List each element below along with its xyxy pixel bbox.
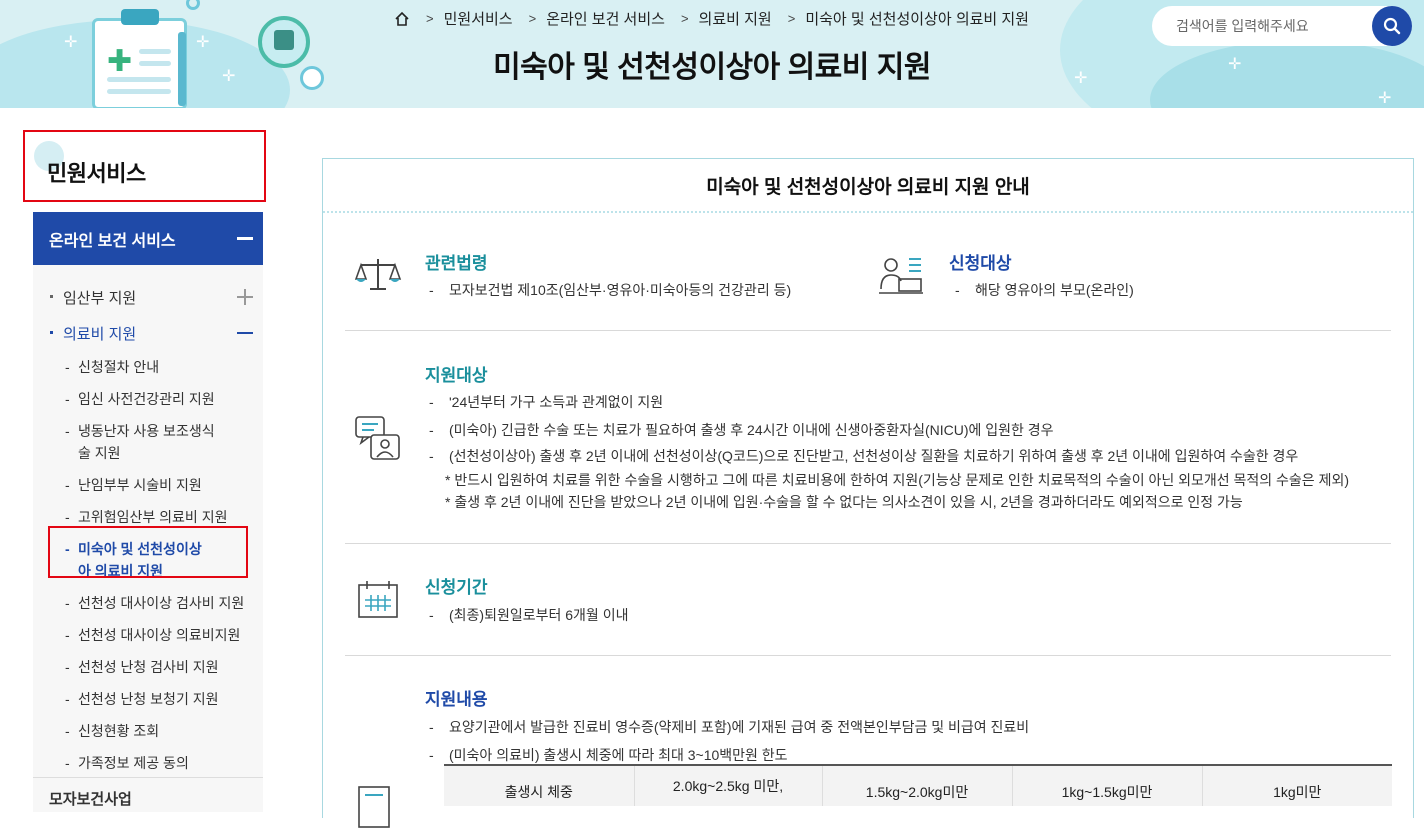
sidebar-item-label: 의료비 지원 <box>63 325 137 343</box>
expand-icon <box>237 289 253 305</box>
home-icon[interactable] <box>394 11 410 27</box>
chevron-right-icon: > <box>680 11 689 26</box>
divider <box>345 330 1391 331</box>
sidebar-subitem[interactable]: - 선천성 난청 검사비 지원 <box>33 651 263 683</box>
consultation-icon <box>355 416 400 460</box>
section-heading-support: 지원내용 <box>425 690 488 709</box>
sidebar-subitem[interactable]: - 선천성 대사이상 검사비 지원 <box>33 587 263 619</box>
sidebar-subitem[interactable]: - 냉동난자 사용 보조생식술 지원 <box>33 415 233 469</box>
sidebar-item-medical-support[interactable]: 의료비 지원 <box>33 315 263 351</box>
sidebar-title: 민원서비스 <box>47 161 146 186</box>
table-header-cell: 1.5kg~2.0kg미만 <box>821 765 1012 806</box>
content-title: 미숙아 및 선천성이상아 의료비 지원 안내 <box>323 159 1413 213</box>
sidebar-subitem[interactable]: - 선천성 난청 보청기 지원 <box>33 683 263 715</box>
divider <box>345 655 1391 656</box>
chevron-right-icon: > <box>787 11 796 26</box>
table-row: 출생시 체중 2.0kg~2.5kg 미만, 1.5kg~2.0kg미만 1kg… <box>444 765 1392 806</box>
sparkle-icon: ✛ <box>1378 90 1392 107</box>
sidebar-section-label: 온라인 보건 서비스 <box>49 232 176 250</box>
list-item: - (미숙아) 긴급한 수술 또는 치료가 필요하여 출생 후 24시간 이내에 … <box>429 422 1054 438</box>
sidebar-subitem[interactable]: - 임신 사전건강관리 지원 <box>33 383 263 415</box>
list-item: - (선천성이상아) 출생 후 2년 이내에 선천성이상(Q코드)으로 진단받고,… <box>429 448 1299 464</box>
section-heading-period: 신청기간 <box>425 578 488 597</box>
sidebar-title-box: 민원서비스 <box>23 130 266 202</box>
list-item: - '24년부터 가구 소득과 관계없이 지원 <box>429 394 664 410</box>
list-item: - (미숙아 의료비) 출생시 체중에 따라 최대 3~10백만원 한도 <box>429 747 788 763</box>
sidebar-nav: 온라인 보건 서비스 임산부 지원 의료비 지원 - 신청절차 안내 - 임신 사전… <box>33 212 263 812</box>
table-header-cell: 2.0kg~2.5kg 미만, <box>633 765 822 806</box>
weight-support-table: 출생시 체중 2.0kg~2.5kg 미만, 1.5kg~2.0kg미만 1kg… <box>444 764 1392 806</box>
sidebar-subitem[interactable]: - 선천성 대사이상 의료비지원 <box>33 619 263 651</box>
sidebar-subitem[interactable]: - 신청현황 조회 <box>33 715 263 747</box>
chevron-right-icon: > <box>528 11 537 26</box>
note-text: * 반드시 입원하여 치료를 위한 수술을 시행하고 그에 따른 치료비용에 한… <box>445 472 1350 488</box>
list-item: - 모자보건법 제10조(임산부·영유아·미숙아등의 건강관리 등) <box>429 282 792 298</box>
breadcrumb-current[interactable]: 미숙아 및 선천성이상아 의료비 지원 <box>805 8 1029 29</box>
section-heading-target: 지원대상 <box>425 366 488 385</box>
main-content: 미숙아 및 선천성이상아 의료비 지원 안내 관련법령 - 모자보건법 제10조(… <box>322 158 1414 828</box>
breadcrumb-item[interactable]: 민원서비스 <box>444 8 513 29</box>
sidebar-section-online-health[interactable]: 온라인 보건 서비스 <box>33 212 263 265</box>
list-item: - (최종)퇴원일로부터 6개월 이내 <box>429 607 629 623</box>
bullet-icon <box>50 331 53 334</box>
highlight-box <box>48 526 248 578</box>
collapse-icon <box>237 332 253 334</box>
sidebar-item-next-section[interactable]: 모자보건사업 <box>49 788 132 809</box>
document-icon <box>358 786 390 828</box>
sidebar-item-label: 임산부 지원 <box>63 289 137 307</box>
sidebar-subitem[interactable]: - 난임부부 시술비 지원 <box>33 469 263 501</box>
sidebar-item-pregnant-support[interactable]: 임산부 지원 <box>33 279 263 315</box>
collapse-icon <box>237 237 253 240</box>
bullet-icon <box>50 295 53 298</box>
calendar-icon <box>358 581 398 618</box>
divider <box>33 777 263 778</box>
breadcrumb-item[interactable]: 온라인 보건 서비스 <box>546 8 665 29</box>
breadcrumb: > 민원서비스 > 온라인 보건 서비스 > 의료비 지원 > 미숙아 및 선천… <box>394 8 1029 29</box>
divider <box>345 543 1391 544</box>
search-input[interactable] <box>1174 17 1364 35</box>
search-icon <box>1383 17 1401 35</box>
search-button[interactable] <box>1372 6 1412 46</box>
scale-icon <box>354 259 402 290</box>
table-header-cell: 1kg미만 <box>1201 765 1392 806</box>
sidebar-subitem[interactable]: - 가족정보 제공 동의 <box>33 747 263 779</box>
list-item: - 해당 영유아의 부모(온라인) <box>955 282 1134 298</box>
search-box <box>1152 6 1412 46</box>
table-header-cell: 출생시 체중 <box>444 765 634 806</box>
list-item: - 요양기관에서 발급한 진료비 영수증(약제비 포함)에 기재된 급여 중 전액… <box>429 719 1030 735</box>
section-heading-applicant: 신청대상 <box>949 254 1012 273</box>
section-heading-law: 관련법령 <box>425 254 488 273</box>
page-title: 미숙아 및 선천성이상아 의료비 지원 <box>493 51 931 84</box>
chevron-right-icon: > <box>426 11 434 26</box>
table-header-cell: 1kg~1.5kg미만 <box>1011 765 1202 806</box>
note-text: * 출생 후 2년 이내에 진단을 받았으나 2년 이내에 입원·수술을 할 수… <box>445 494 1243 510</box>
decor-ring-icon <box>186 0 200 10</box>
sidebar-subitem[interactable]: - 신청절차 안내 <box>33 351 263 383</box>
breadcrumb-item[interactable]: 의료비 지원 <box>699 8 772 29</box>
header-banner: ✚ ✛ ✛ ✛ ✛ ✛ ✛ > 민원서비스 > 온라인 보건 서비스 > 의료비… <box>0 0 1424 108</box>
person-computer-icon <box>879 258 923 294</box>
